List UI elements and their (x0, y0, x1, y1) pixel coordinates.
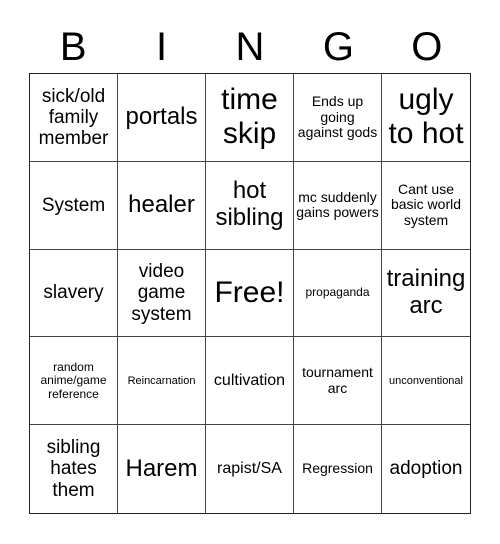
bingo-cell[interactable]: adoption (382, 425, 470, 513)
bingo-cell[interactable]: System (30, 161, 118, 250)
bingo-cell[interactable]: portals (118, 74, 206, 162)
bingo-cell[interactable]: sibling hates them (30, 425, 118, 513)
bingo-cell[interactable]: training arc (382, 250, 470, 338)
bingo-cell[interactable]: slavery (30, 249, 118, 338)
bingo-header: B I N G O (29, 22, 471, 72)
bingo-cell[interactable]: Ends up going against gods (294, 74, 382, 162)
free-space-cell[interactable]: Free! (206, 249, 294, 338)
bingo-cell[interactable]: tournament arc (294, 337, 382, 426)
header-letter-o: O (411, 25, 443, 69)
bingo-cell[interactable]: rapist/SA (206, 425, 294, 513)
bingo-cell[interactable]: Regression (294, 425, 382, 513)
bingo-cell[interactable]: healer (118, 161, 206, 250)
header-letter-b: B (59, 25, 87, 69)
bingo-cell[interactable]: ugly to hot (382, 74, 470, 162)
bingo-cell[interactable]: Harem (118, 425, 206, 513)
bingo-cell[interactable]: hot sibling (206, 161, 294, 250)
bingo-cell[interactable]: unconventional (382, 337, 470, 426)
bingo-cell[interactable]: time skip (206, 74, 294, 162)
bingo-cell[interactable]: sick/old family member (30, 74, 118, 162)
bingo-cell[interactable]: Cant use basic world system (382, 162, 470, 250)
header-letter-n: N (235, 25, 265, 69)
bingo-cell[interactable]: mc suddenly gains powers (294, 161, 382, 250)
bingo-cell[interactable]: video game system (118, 249, 206, 338)
bingo-cell[interactable]: cultivation (206, 337, 294, 426)
bingo-cell[interactable]: random anime/game reference (30, 337, 118, 426)
header-letter-i: I (156, 25, 168, 69)
bingo-cell[interactable]: propaganda (294, 249, 382, 338)
bingo-grid: sick/old family member portals time skip… (29, 73, 471, 514)
bingo-cell[interactable]: Reincarnation (118, 337, 206, 426)
header-letter-g: G (322, 25, 354, 69)
